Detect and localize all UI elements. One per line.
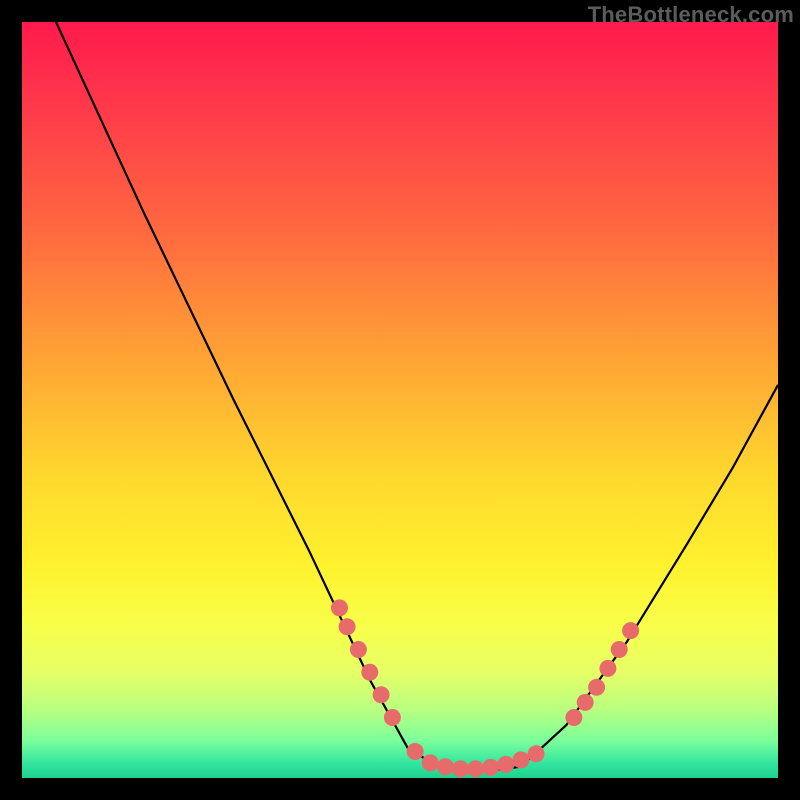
gradient-background bbox=[22, 22, 778, 778]
chart-area bbox=[22, 22, 778, 778]
